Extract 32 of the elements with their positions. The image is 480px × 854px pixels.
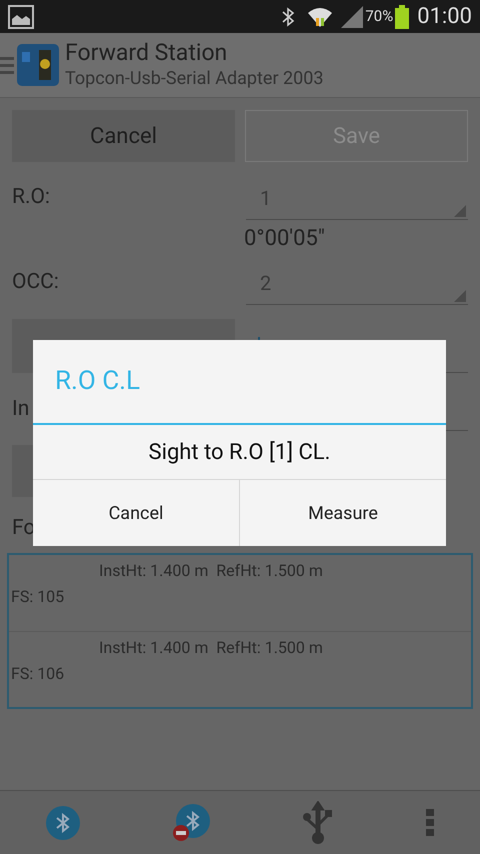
usb-icon[interactable]: [302, 800, 334, 844]
cancel-button[interactable]: Cancel: [12, 110, 235, 162]
battery-icon: [395, 4, 410, 28]
wifi-icon: [307, 6, 334, 28]
clock: 01:00: [417, 3, 472, 31]
heights-text: InstHt: 1.400 m RefHt: 1.500 m: [99, 636, 324, 658]
list-item[interactable]: InstHt: 1.400 m RefHt: 1.500 m FS: 106: [9, 630, 471, 706]
dialog-message: Sight to R.O [1] CL.: [148, 438, 330, 466]
corner-icon: [454, 205, 466, 217]
overflow-menu-icon[interactable]: [426, 806, 434, 838]
signal-icon: [341, 6, 364, 28]
ro-label: R.O:: [12, 184, 50, 212]
occ-label: OCC:: [12, 269, 59, 296]
screen-title: Forward Station: [65, 39, 228, 68]
picture-icon: [8, 4, 34, 28]
heights-text: InstHt: 1.400 m RefHt: 1.500 m: [99, 560, 324, 582]
measure-button[interactable]: Measure: [239, 480, 446, 546]
height-label: In: [12, 396, 30, 422]
bluetooth-disconnect-icon[interactable]: [172, 804, 210, 842]
dialog-title: R.O C.L: [55, 365, 140, 398]
bluetooth-icon[interactable]: [46, 806, 80, 840]
list-item[interactable]: InstHt: 1.400 m RefHt: 1.500 m FS: 105: [9, 554, 471, 630]
corner-icon: [454, 290, 466, 302]
device-subtitle: Topcon-Usb-Serial Adapter 2003: [65, 68, 324, 91]
angle-value: 0°00'05": [244, 225, 326, 253]
fs-text: FS: 105: [11, 586, 66, 608]
bluetooth-icon: [281, 6, 296, 26]
menu-icon[interactable]: [0, 54, 14, 76]
fs-text: FS: 106: [11, 662, 66, 684]
battery-percent: 70%: [365, 6, 394, 28]
app-icon[interactable]: [17, 44, 59, 86]
cancel-button[interactable]: Cancel: [33, 480, 239, 546]
